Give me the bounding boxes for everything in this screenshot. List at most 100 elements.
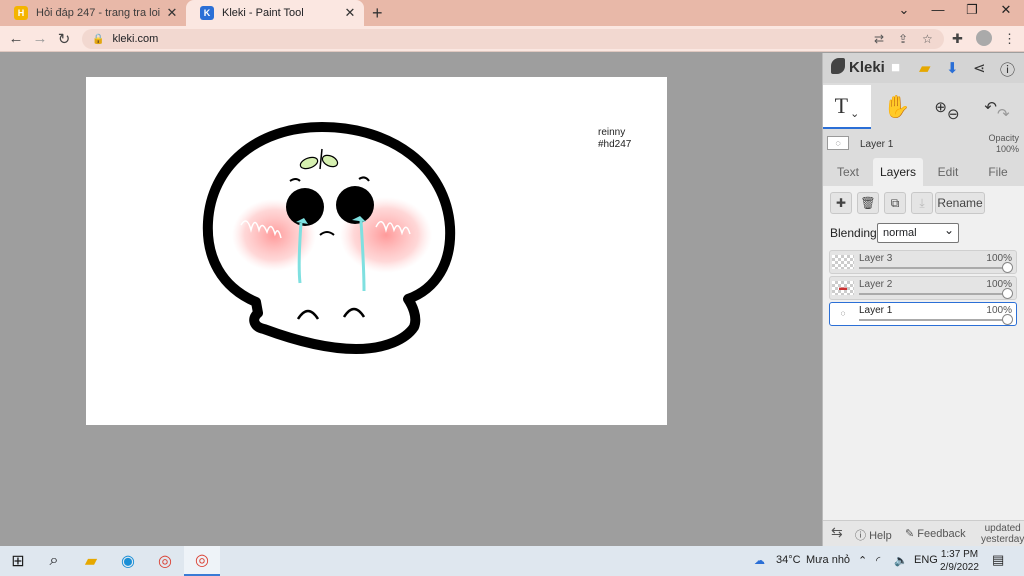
tab-search-chevron-icon[interactable]: ⌄ bbox=[892, 2, 916, 18]
panel-footer: ⇆ ⓘ Help ✎ Feedback updated yesterday bbox=[823, 520, 1024, 546]
tab-text[interactable]: Text bbox=[823, 158, 873, 186]
search-icon[interactable]: ⌕ bbox=[36, 546, 72, 576]
translate-icon[interactable]: ⇄ bbox=[874, 32, 884, 46]
blending-label: Blending bbox=[830, 226, 877, 240]
add-layer-button[interactable]: ✚ bbox=[830, 192, 852, 214]
canvas-workspace[interactable]: reinny #hd247 bbox=[0, 53, 822, 546]
new-tab-icon[interactable]: + bbox=[372, 3, 383, 24]
updated-link[interactable]: updated yesterday bbox=[981, 523, 1024, 545]
share-icon[interactable]: ⋖ bbox=[973, 59, 986, 77]
tab-title: Hỏi đáp 247 - trang tra loi bbox=[36, 7, 161, 19]
browser-toolbar: ← → ↻ 🔒 kleki.com ⇄ ⇪ ☆ ✚ ⋮ bbox=[0, 26, 1024, 52]
layer-opacity-knob[interactable] bbox=[1002, 262, 1013, 273]
profile-avatar[interactable] bbox=[976, 30, 992, 46]
layer-item-2[interactable]: ▬ Layer 2 100% bbox=[829, 276, 1017, 300]
wifi-icon[interactable]: ◜ bbox=[876, 554, 880, 567]
layer-name: Layer 3 bbox=[859, 253, 893, 264]
back-arrow-icon[interactable]: ← bbox=[6, 30, 26, 47]
forward-arrow-icon[interactable]: → bbox=[30, 30, 50, 47]
chrome-active-window-icon[interactable]: ◎ bbox=[184, 546, 220, 576]
feedback-label: Feedback bbox=[917, 528, 966, 540]
hand-tool-icon[interactable]: ✋ bbox=[873, 85, 921, 129]
clock-date: 2/9/2022 bbox=[940, 562, 979, 573]
drawing-canvas[interactable]: reinny #hd247 bbox=[86, 77, 667, 425]
rename-button[interactable]: Rename bbox=[935, 192, 985, 214]
current-layer-thumbnail: ◌ bbox=[827, 136, 849, 150]
layer-thumbnail: ◌ bbox=[832, 307, 854, 321]
browser-menu-icon[interactable]: ⋮ bbox=[1003, 31, 1016, 47]
reload-icon[interactable]: ↻ bbox=[54, 30, 74, 48]
trash-icon: 🗑 bbox=[860, 196, 876, 210]
close-tab-icon[interactable]: ✕ bbox=[342, 5, 358, 21]
swap-side-icon[interactable]: ⇆ bbox=[831, 524, 843, 541]
open-folder-icon[interactable]: ▰ bbox=[919, 59, 931, 77]
tool-row: T ⌄ ✋ ⊕ ⊖ ↶ ↷ bbox=[823, 85, 1024, 131]
layer-item-1[interactable]: ◌ Layer 1 100% bbox=[829, 302, 1017, 326]
hoidap-favicon-icon: H bbox=[14, 6, 28, 20]
layer-opacity-knob[interactable] bbox=[1002, 288, 1013, 299]
weather-icon[interactable]: ☁ bbox=[754, 554, 765, 567]
tab-hoidap[interactable]: H Hỏi đáp 247 - trang tra loi ✕ bbox=[0, 0, 186, 26]
layer-opacity-slider[interactable] bbox=[859, 293, 1008, 295]
clock[interactable]: 1:37 PM 2/9/2022 bbox=[940, 548, 979, 574]
signature-line: reinny bbox=[598, 127, 626, 138]
layer-opacity-knob[interactable] bbox=[1002, 314, 1013, 325]
kleki-logo[interactable]: Kleki bbox=[831, 58, 885, 76]
close-window-icon[interactable]: ✕ bbox=[994, 2, 1018, 18]
undo-redo-icon[interactable]: ↶ ↷ bbox=[973, 85, 1021, 129]
tab-title: Kleki - Paint Tool bbox=[222, 7, 304, 19]
weather-text[interactable]: Mưa nhỏ bbox=[806, 554, 850, 566]
restore-icon[interactable]: ❐ bbox=[960, 2, 984, 18]
tab-edit[interactable]: Edit bbox=[923, 158, 973, 186]
current-layer-info: ◌ Layer 1 Opacity 100% bbox=[823, 133, 1024, 157]
extensions-icon[interactable]: ✚ bbox=[952, 31, 963, 47]
tab-layers[interactable]: Layers bbox=[873, 158, 923, 186]
feedback-pencil-icon: ✎ bbox=[905, 528, 918, 540]
zoom-in-out-icon[interactable]: ⊕ ⊖ bbox=[923, 85, 971, 129]
bookmark-star-icon[interactable]: ☆ bbox=[922, 32, 933, 46]
opacity-value: 100% bbox=[995, 144, 1019, 154]
show-hidden-icons-chevron-icon[interactable]: ⌃ bbox=[858, 554, 867, 567]
blending-select[interactable]: normal bbox=[877, 221, 959, 243]
merge-down-icon: ⤓ bbox=[919, 195, 925, 210]
weather-temp[interactable]: 34°C bbox=[776, 554, 801, 566]
tab-kleki[interactable]: K Kleki - Paint Tool ✕ bbox=[186, 0, 364, 26]
opacity-label: Opacity bbox=[988, 133, 1019, 143]
panel-tabs: Text Layers Edit File bbox=[823, 158, 1024, 186]
share-icon[interactable]: ⇪ bbox=[898, 32, 908, 46]
help-circle-icon[interactable]: ⓘ bbox=[1000, 59, 1015, 80]
layer-opacity-slider[interactable] bbox=[859, 267, 1008, 269]
duplicate-layer-button[interactable]: ⧉ bbox=[884, 192, 906, 214]
edge-browser-icon[interactable]: ◉ bbox=[110, 546, 146, 576]
file-explorer-icon[interactable]: ▰ bbox=[73, 546, 109, 576]
layer-opacity-slider[interactable] bbox=[859, 319, 1008, 321]
address-bar[interactable]: 🔒 kleki.com ⇄ ⇪ ☆ bbox=[82, 29, 944, 49]
delete-layer-button[interactable]: 🗑 bbox=[857, 192, 879, 214]
chrome-icon[interactable]: ◎ bbox=[147, 546, 183, 576]
new-image-icon[interactable]: ■ bbox=[891, 59, 900, 76]
clock-time: 1:37 PM bbox=[940, 549, 979, 560]
download-icon[interactable]: ⬇ bbox=[946, 59, 959, 77]
close-tab-icon[interactable]: ✕ bbox=[164, 5, 180, 21]
signature-line: #hd247 bbox=[598, 139, 632, 150]
tab-file[interactable]: File bbox=[973, 158, 1023, 186]
feedback-button[interactable]: ✎ Feedback bbox=[905, 527, 966, 540]
help-button[interactable]: ⓘ Help bbox=[855, 527, 892, 543]
plus-icon: ✚ bbox=[835, 196, 847, 210]
notifications-icon[interactable]: ▤ bbox=[992, 552, 1004, 568]
text-tool-icon[interactable]: T ⌄ bbox=[823, 85, 871, 129]
kleki-logo-icon bbox=[831, 58, 845, 74]
windows-start-icon[interactable]: ⊞ bbox=[0, 546, 36, 576]
layer-thumbnail: ▬ bbox=[832, 281, 854, 295]
url-text: kleki.com bbox=[112, 33, 159, 45]
merge-layer-button[interactable]: ⤓ bbox=[911, 192, 933, 214]
help-label: Help bbox=[869, 530, 892, 542]
minimize-icon[interactable]: — bbox=[926, 2, 950, 17]
kleki-side-panel: Kleki ■ ▰ ⬇ ⋖ ⓘ T ⌄ ✋ ⊕ ⊖ ↶ ↷ ◌ Layer 1 Opa… bbox=[822, 53, 1024, 546]
volume-icon[interactable]: 🔈 bbox=[894, 554, 908, 567]
panel-header: Kleki ■ ▰ ⬇ ⋖ ⓘ bbox=[823, 53, 1024, 83]
lock-icon: 🔒 bbox=[92, 33, 105, 45]
language-indicator[interactable]: ENG bbox=[914, 554, 938, 566]
layer-item-3[interactable]: Layer 3 100% bbox=[829, 250, 1017, 274]
logo-text: Kleki bbox=[849, 59, 885, 76]
